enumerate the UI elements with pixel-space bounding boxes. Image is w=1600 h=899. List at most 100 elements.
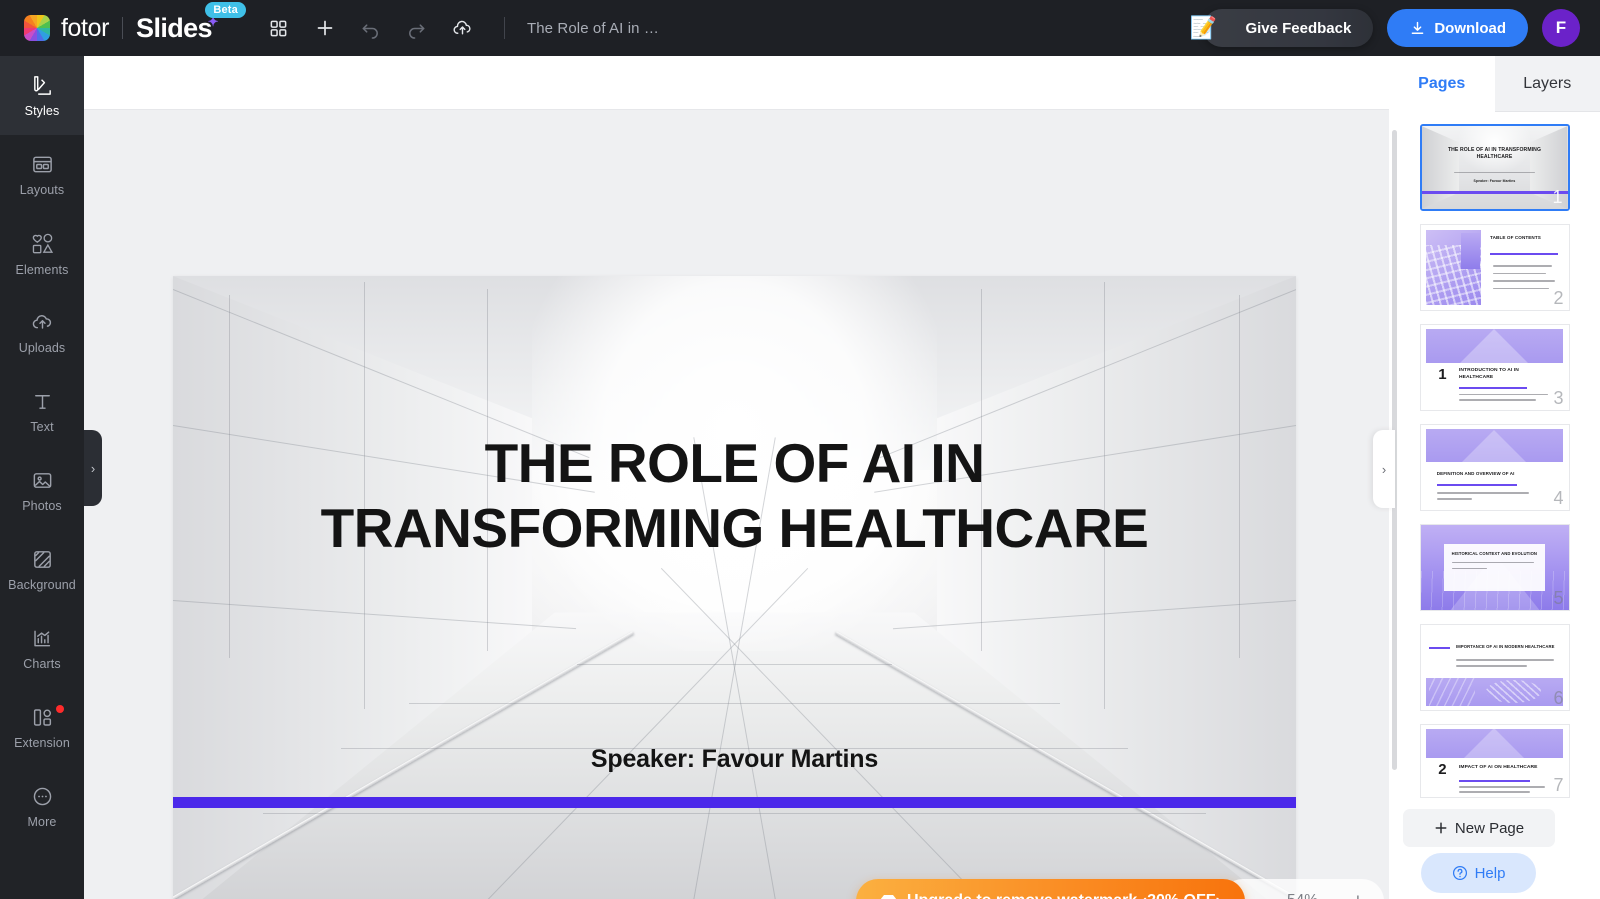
tab-layers[interactable]: Layers: [1494, 56, 1600, 112]
sidebar-item-label: Photos: [22, 498, 62, 513]
help-label: Help: [1474, 864, 1506, 882]
redo-icon[interactable]: [398, 9, 436, 47]
page-thumbnail[interactable]: TABLE OF CONTENTS 2: [1419, 224, 1570, 311]
page-thumbnail-band: [1426, 729, 1563, 759]
page-thumbnail[interactable]: DEFINITION AND OVERVIEW OF AI 4: [1419, 424, 1570, 511]
page-number: 6: [1553, 688, 1564, 708]
page-thumbnail-line: [1451, 567, 1488, 570]
slide-title[interactable]: THE ROLE OF AI IN TRANSFORMING HEALTHCAR…: [263, 431, 1206, 561]
sidebar-item-background[interactable]: Background: [0, 530, 84, 609]
new-page-label: New Page: [1454, 819, 1525, 837]
sidebar-item-label: Text: [30, 419, 54, 434]
beta-badge: Beta: [205, 1, 246, 18]
sidebar-item-label: Elements: [15, 262, 69, 277]
feedback-memo-icon: 📝: [1189, 15, 1217, 40]
sidebar-item-label: Uploads: [18, 340, 66, 355]
page-thumbnail-line: [1493, 264, 1553, 267]
user-avatar[interactable]: F: [1542, 9, 1580, 47]
sidebar-item-styles[interactable]: Styles: [0, 56, 84, 135]
sidebar-item-more[interactable]: More: [0, 767, 84, 846]
fotor-logo-icon: [22, 13, 52, 43]
give-feedback-label: Give Feedback: [1245, 19, 1352, 37]
grid-icon[interactable]: [260, 9, 298, 47]
canvas-area[interactable]: THE ROLE OF AI IN TRANSFORMING HEALTHCAR…: [84, 110, 1389, 899]
sidebar-item-text[interactable]: Text: [0, 372, 84, 451]
zoom-control: − 54% +: [1221, 879, 1384, 899]
page-number: 4: [1553, 488, 1564, 508]
page-thumbnail-line: [1493, 272, 1547, 275]
left-sidebar: Styles Layouts Elements Uploads Text Pho…: [0, 56, 84, 899]
undo-icon[interactable]: [352, 9, 390, 47]
new-page-button[interactable]: New Page: [1403, 809, 1555, 847]
page-thumbnail[interactable]: THE ROLE OF AI IN TRANSFORMING HEALTHCAR…: [1419, 124, 1570, 211]
sidebar-item-charts[interactable]: Charts: [0, 609, 84, 688]
photos-icon: [31, 469, 54, 492]
slide-accent-bar[interactable]: [173, 796, 1296, 808]
page-number: 7: [1553, 775, 1564, 795]
workspace: THE ROLE OF AI IN TRANSFORMING HEALTHCAR…: [84, 56, 1389, 899]
upgrade-remove-watermark-button[interactable]: Upgrade to remove watermark ‹20% OFF›: [856, 879, 1245, 899]
page-thumbnail[interactable]: 1 INTRODUCTION TO AI IN HEALTHCARE 3: [1419, 324, 1570, 411]
brand-name: fotor: [61, 13, 110, 42]
background-icon: [31, 548, 54, 571]
sidebar-item-label: Extension: [14, 735, 70, 750]
page-thumbnail-line: [1436, 498, 1473, 500]
extension-notification-badge: [56, 705, 64, 713]
download-label: Download: [1434, 19, 1506, 37]
slide-canvas[interactable]: THE ROLE OF AI IN TRANSFORMING HEALTHCAR…: [173, 276, 1296, 899]
document-title[interactable]: The Role of AI in …: [527, 20, 659, 37]
sidebar-item-label: Background: [8, 577, 76, 592]
page-thumbnail[interactable]: 2 IMPACT OF AI ON HEALTHCARE 7: [1419, 724, 1570, 798]
header-tools: The Role of AI in …: [260, 9, 659, 47]
zoom-in-button[interactable]: +: [1352, 891, 1364, 899]
left-panel-collapse-toggle[interactable]: ›: [84, 430, 102, 506]
page-thumbnail-line: [1493, 287, 1550, 290]
header-separator: [503, 17, 505, 39]
tab-pages[interactable]: Pages: [1389, 56, 1495, 112]
sidebar-item-extension[interactable]: Extension: [0, 688, 84, 767]
diamond-icon: [880, 894, 897, 899]
sidebar-item-layouts[interactable]: Layouts: [0, 135, 84, 214]
page-thumbnail-rule: [1458, 387, 1528, 390]
download-button[interactable]: Download: [1387, 9, 1528, 47]
charts-icon: [31, 627, 54, 650]
sidebar-item-uploads[interactable]: Uploads: [0, 293, 84, 372]
sidebar-item-elements[interactable]: Elements: [0, 214, 84, 293]
fotor-slides-app: fotor Slides ✦ Beta The Role of AI in … …: [0, 0, 1600, 899]
zoom-level-value: 54%: [1287, 892, 1318, 899]
page-thumbnail[interactable]: IMPORTANCE OF AI IN MODERN HEALTHCARE 6: [1419, 624, 1570, 711]
page-thumbnail-rule: [1490, 253, 1559, 256]
sidebar-item-label: More: [27, 814, 57, 829]
page-thumbnail-title: HISTORICAL CONTEXT AND EVOLUTION: [1451, 550, 1538, 556]
chevron-right-icon: ›: [1381, 461, 1387, 477]
page-thumbnail-band: [1426, 429, 1563, 462]
sidebar-item-label: Layouts: [19, 182, 65, 197]
app-header: fotor Slides ✦ Beta The Role of AI in … …: [0, 0, 1600, 56]
page-thumbnail[interactable]: HISTORICAL CONTEXT AND EVOLUTION 5: [1419, 524, 1570, 611]
page-thumbnail-title: THE ROLE OF AI IN TRANSFORMING HEALTHCAR…: [1447, 146, 1542, 160]
help-button[interactable]: Help: [1421, 853, 1536, 893]
question-circle-icon: [1452, 865, 1468, 881]
page-thumbnail-rule: [1429, 647, 1451, 650]
page-thumbnail-band: [1426, 677, 1563, 706]
floor-gridline: [408, 703, 1061, 705]
sidebar-item-photos[interactable]: Photos: [0, 451, 84, 530]
right-panel-collapse-toggle[interactable]: ›: [1373, 430, 1395, 508]
styles-icon: [31, 74, 54, 97]
product-name-text: Slides: [136, 12, 213, 43]
page-thumbnail-number-big: 2: [1438, 761, 1447, 779]
page-number: 1: [1552, 187, 1563, 207]
plus-icon[interactable]: [306, 9, 344, 47]
cloud-upload-icon[interactable]: [444, 9, 482, 47]
floor-gridline: [262, 813, 1207, 815]
page-thumbnail-title: IMPORTANCE OF AI IN MODERN HEALTHCARE: [1456, 643, 1555, 649]
chevron-right-icon: ›: [90, 460, 96, 476]
brand-logo[interactable]: fotor Slides ✦ Beta: [22, 1, 246, 44]
give-feedback-button[interactable]: 📝 Give Feedback: [1189, 9, 1374, 47]
slide-speaker[interactable]: Speaker: Favour Martins: [263, 745, 1206, 774]
page-thumbnail-line: [1458, 393, 1548, 396]
text-icon: [31, 390, 54, 413]
page-thumbnail-title: DEFINITION AND OVERVIEW OF AI: [1436, 470, 1515, 476]
download-icon: [1409, 20, 1426, 37]
sidebar-item-label: Styles: [24, 103, 60, 118]
